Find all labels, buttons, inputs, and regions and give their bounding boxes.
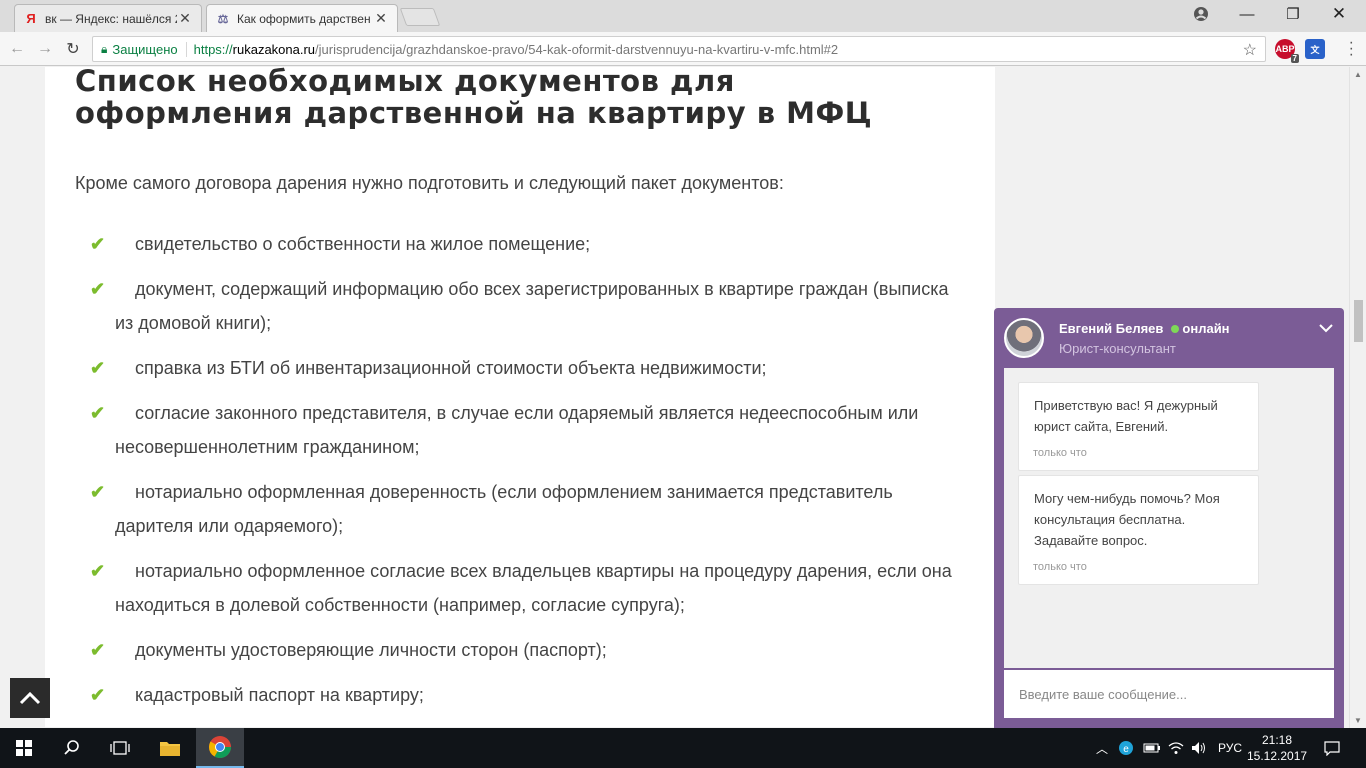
checkmark-icon: ✔ (90, 561, 106, 581)
action-center-icon[interactable] (1324, 728, 1340, 768)
url-protocol: https:// (193, 41, 233, 57)
file-explorer-icon[interactable] (146, 728, 194, 768)
list-item: ✔ документы удостоверяющие личности сторо… (90, 633, 970, 667)
scales-favicon-icon: ⚖ (217, 11, 229, 26)
list-item: ✔ согласие законного представителя, в слу… (90, 396, 970, 464)
ext-label: ABP (1275, 44, 1295, 54)
list-item: ✔ нотариально оформленная доверенность (е… (90, 475, 970, 543)
chat-widget: Евгений Беляев онлайн Юрист-консультант П… (994, 308, 1344, 728)
chat-messages: Приветствую вас! Я дежурный юрист сайта,… (1004, 368, 1334, 668)
scroll-up-arrow-icon[interactable]: ▲ (1354, 70, 1362, 79)
agent-avatar (1004, 318, 1044, 358)
yandex-favicon-icon: Я (26, 11, 36, 26)
input-language[interactable]: РУС (1218, 728, 1242, 768)
new-tab-button[interactable] (399, 8, 441, 26)
chrome-taskbar-icon[interactable] (196, 728, 244, 768)
article-heading: Список необходимых документов для оформл… (75, 67, 873, 130)
app-tray-icon[interactable]: e (1118, 728, 1134, 768)
list-item-text: документ, содержащий информацию обо всех… (115, 279, 949, 333)
adblock-plus-icon[interactable]: ABP 7 (1275, 39, 1299, 63)
list-item-text: справка из БТИ об инвентаризационной сто… (135, 358, 767, 378)
list-item-text: свидетельство о собственности на жилое п… (135, 234, 591, 254)
message-text: Могу чем-нибудь помочь? Моя консультация… (1034, 491, 1220, 548)
url-path: /jurisprudencija/grazhdanskoe-pravo/54-k… (315, 41, 839, 57)
list-item: ✔ нотариально оформленное согласие всех в… (90, 554, 970, 622)
clock-time: 21:18 (1261, 733, 1293, 747)
chat-message-input[interactable] (1004, 670, 1334, 718)
list-item-text: документы удостоверяющие личности сторон… (135, 640, 607, 660)
browser-toolbar: ← → ↻ 🔒︎ Защищено https:// rukazakona.ru… (0, 32, 1366, 66)
list-item: ✔ документ, содержащий информацию обо все… (90, 272, 970, 340)
reload-icon[interactable]: ↻ (62, 38, 84, 60)
scroll-to-top-button[interactable] (10, 678, 50, 718)
clock-date: 15.12.2017 (1247, 749, 1308, 763)
windows-taskbar: ︿ e РУС 21:18 15.12.2017 (0, 728, 1366, 768)
agent-status: онлайн (1182, 321, 1230, 336)
checkmark-icon: ✔ (90, 234, 106, 254)
search-icon[interactable] (48, 728, 96, 768)
browser-tab-article[interactable]: ⚖ Как оформить дарствен ✕ (206, 4, 398, 32)
chat-message: Приветствую вас! Я дежурный юрист сайта,… (1018, 382, 1259, 471)
browser-tab-yandex[interactable]: Я вк — Яндекс: нашёлся 2 ✕ (14, 4, 202, 32)
list-item-text: нотариально оформленное согласие всех вл… (115, 561, 952, 615)
system-clock[interactable]: 21:18 15.12.2017 (1247, 732, 1307, 764)
checkmark-icon: ✔ (90, 279, 106, 299)
restore-icon[interactable]: ❐ (1270, 0, 1316, 28)
list-item: ✔ кадастровый паспорт на квартиру; (90, 678, 970, 712)
volume-icon[interactable] (1191, 728, 1207, 768)
chat-message: Могу чем-нибудь помочь? Моя консультация… (1018, 475, 1259, 585)
agent-role: Юрист-консультант (1059, 341, 1176, 356)
agent-name-line: Евгений Беляев онлайн (1059, 321, 1230, 336)
url-host: rukazakona.ru (232, 41, 316, 57)
article-card: Список необходимых документов для оформл… (45, 67, 995, 727)
forward-arrow-icon[interactable]: → (34, 38, 56, 60)
page-scrollbar[interactable]: ▲ ▼ (1349, 67, 1366, 728)
article-intro: Кроме самого договора дарения нужно подг… (75, 173, 784, 193)
bookmark-star-icon[interactable]: ☆ (1243, 40, 1257, 60)
svg-text:e: e (1123, 744, 1129, 755)
chevron-down-icon[interactable] (1318, 320, 1334, 338)
browser-tab-strip: Я вк — Яндекс: нашёлся 2 ✕ ⚖ Как оформит… (0, 0, 1366, 32)
message-text: Приветствую вас! Я дежурный юрист сайта,… (1034, 398, 1218, 434)
close-tab-icon[interactable]: ✕ (373, 10, 389, 27)
wifi-icon[interactable] (1168, 728, 1184, 768)
message-time: только что (1033, 447, 1087, 459)
tab-title: Как оформить дарствен (237, 11, 371, 26)
scroll-down-arrow-icon[interactable]: ▼ (1354, 716, 1362, 725)
security-label: Защищено (112, 41, 187, 57)
list-item-text: согласие законного представителя, в случ… (115, 403, 919, 457)
battery-icon[interactable] (1143, 728, 1161, 768)
back-arrow-icon[interactable]: ← (6, 38, 28, 60)
translate-icon[interactable]: 文 (1305, 39, 1325, 59)
close-window-icon[interactable]: ✕ (1316, 0, 1362, 28)
chrome-menu-icon[interactable]: · · · (1349, 35, 1354, 63)
checkmark-icon: ✔ (90, 640, 106, 660)
message-time: только что (1033, 561, 1087, 573)
online-status-dot-icon (1171, 325, 1180, 333)
ext-badge: 7 (1290, 54, 1299, 63)
agent-name: Евгений Беляев (1059, 321, 1164, 336)
documents-list: ✔ свидетельство о собственности на жилое … (90, 227, 970, 723)
tab-title: вк — Яндекс: нашёлся 2 (45, 11, 177, 26)
lock-icon: 🔒︎ (101, 41, 108, 56)
windows-start-icon[interactable] (0, 728, 48, 768)
checkmark-icon: ✔ (90, 358, 106, 378)
scrollbar-thumb[interactable] (1354, 300, 1363, 342)
list-item-text: нотариально оформленная доверенность (ес… (115, 482, 893, 536)
checkmark-icon: ✔ (90, 403, 106, 423)
show-hidden-icons-chevron-icon[interactable]: ︿ (1096, 728, 1108, 768)
list-item: ✔ свидетельство о собственности на жилое … (90, 227, 970, 261)
close-tab-icon[interactable]: ✕ (177, 10, 193, 27)
list-item-text: кадастровый паспорт на квартиру; (135, 685, 424, 705)
checkmark-icon: ✔ (90, 685, 106, 705)
minimize-icon[interactable]: — (1224, 0, 1270, 28)
address-bar[interactable]: 🔒︎ Защищено https:// rukazakona.ru /juri… (92, 36, 1266, 62)
list-item: ✔ справка из БТИ об инвентаризационной ст… (90, 351, 970, 385)
profile-icon[interactable] (1178, 0, 1224, 28)
checkmark-icon: ✔ (90, 482, 106, 502)
ext-label: 文 (1310, 44, 1320, 55)
task-view-icon[interactable] (96, 728, 144, 768)
